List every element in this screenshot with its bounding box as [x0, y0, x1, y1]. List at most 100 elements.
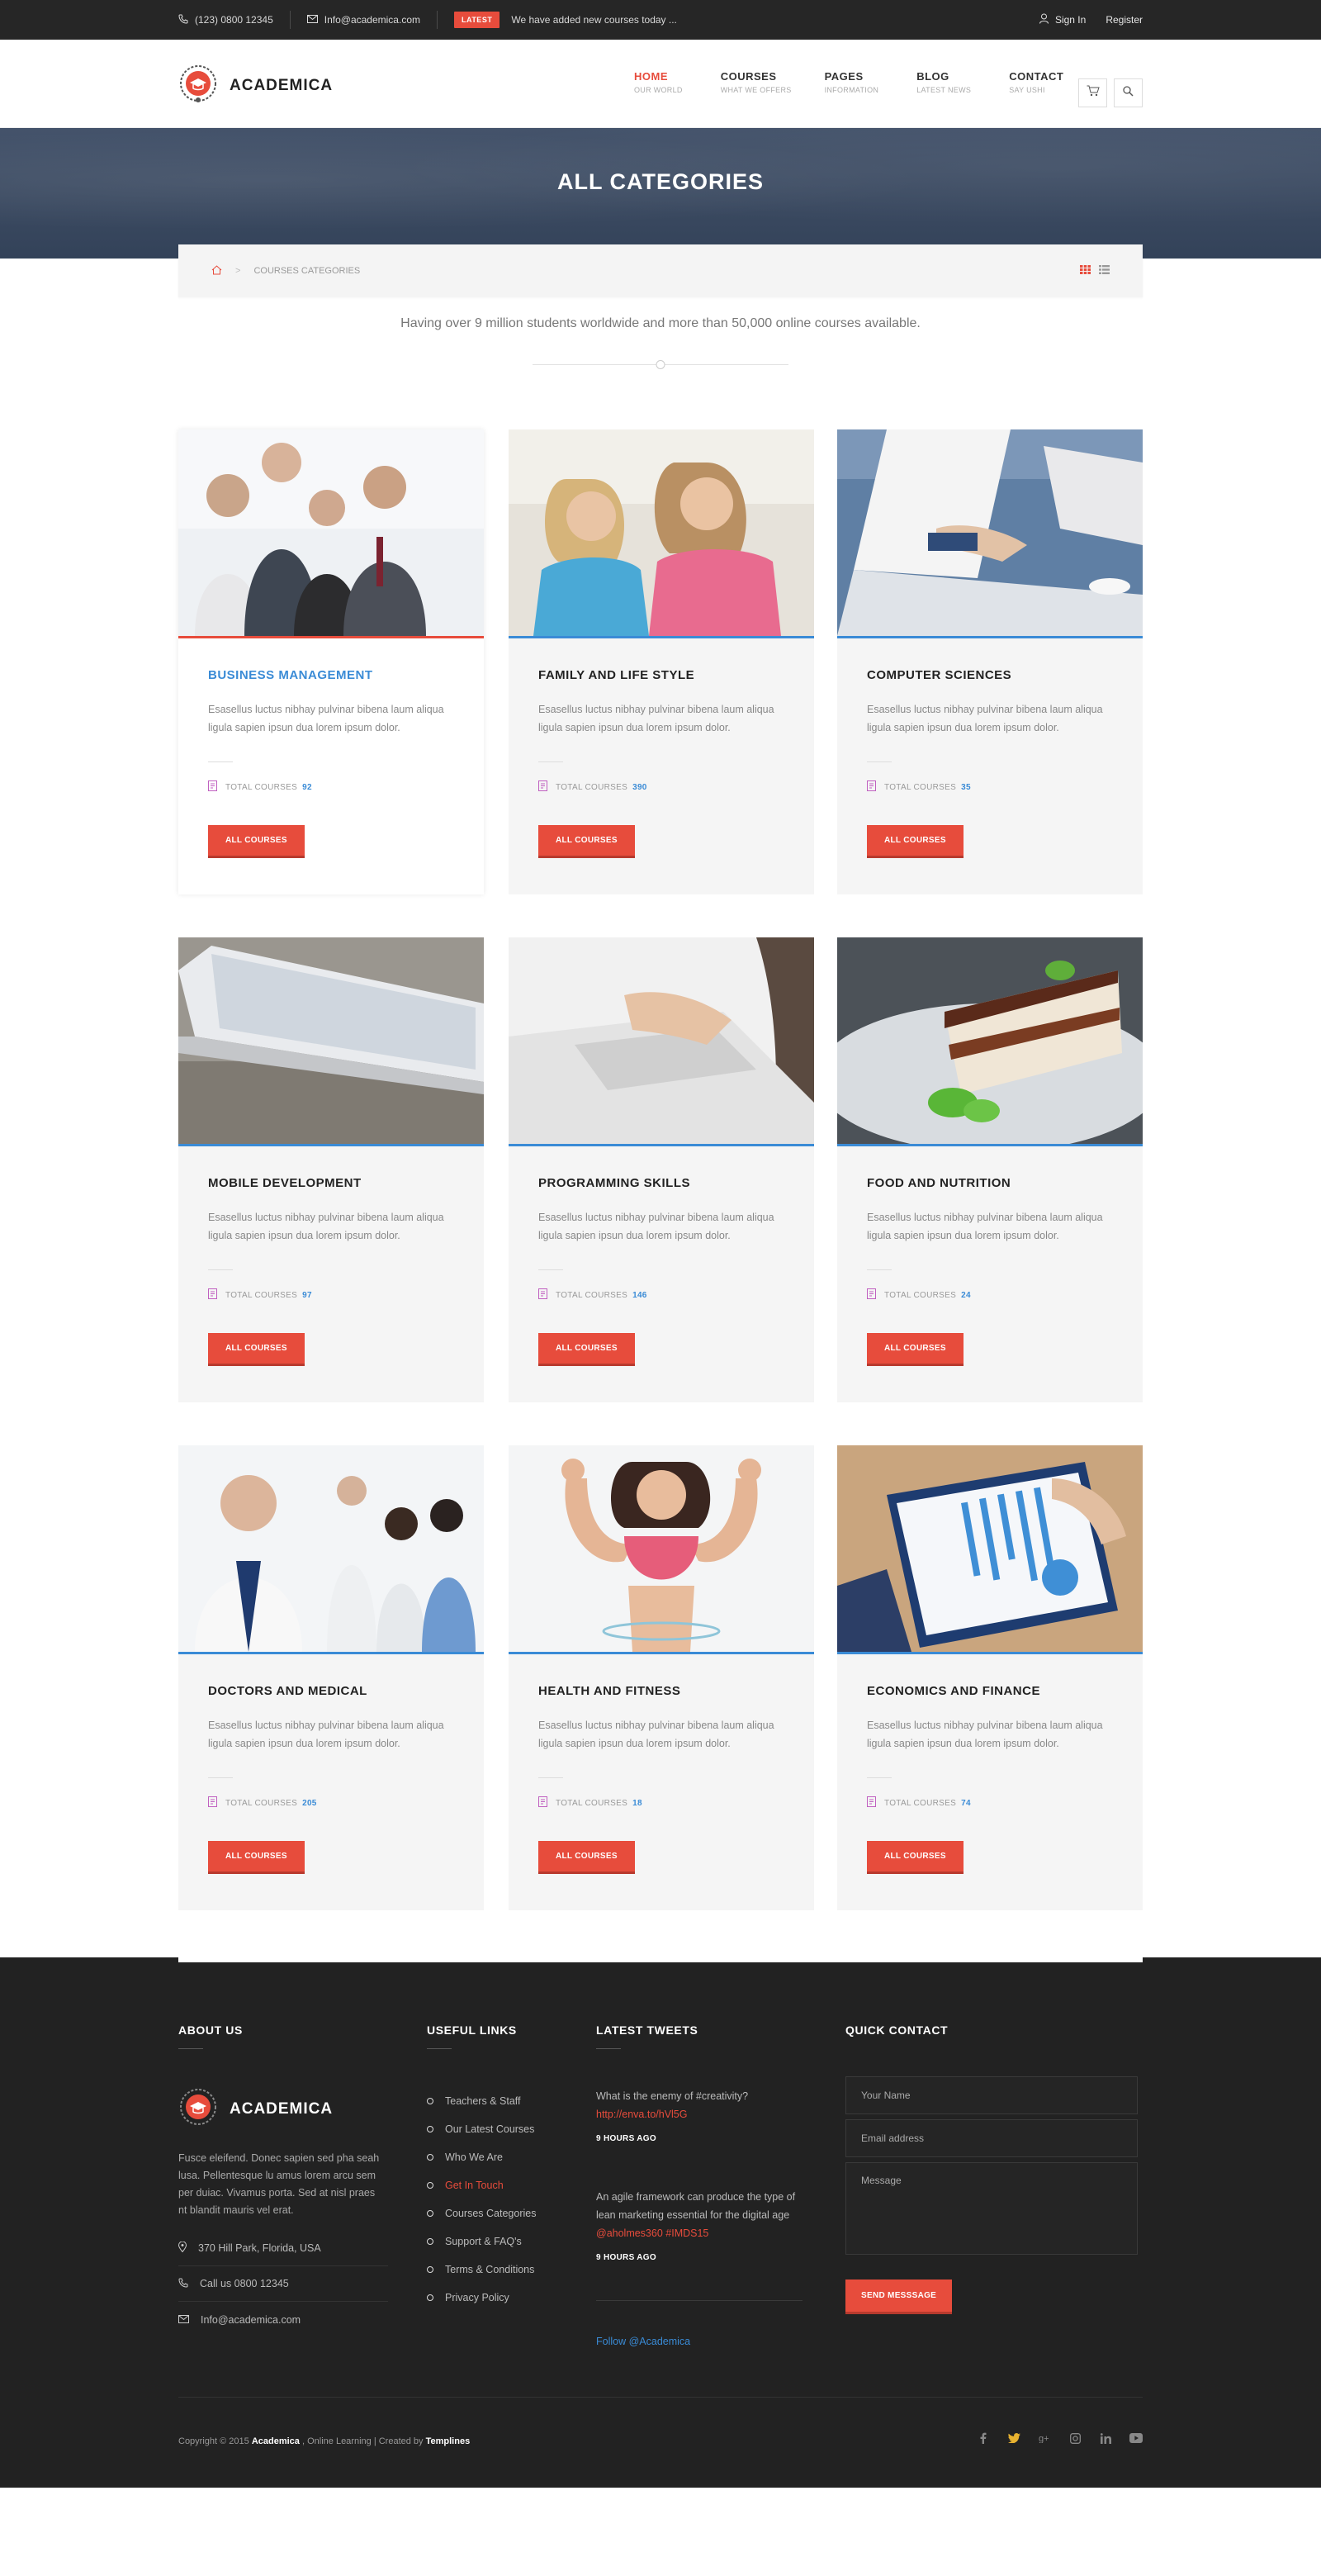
- phone-text: Call us 0800 12345: [200, 2278, 289, 2289]
- footer-link[interactable]: Get In Touch: [427, 2171, 536, 2199]
- category-card[interactable]: COMPUTER SCIENCES Esasellus luctus nibha…: [837, 429, 1143, 894]
- all-courses-button[interactable]: ALL COURSES: [208, 825, 305, 858]
- count-label: TOTAL COURSES: [556, 1290, 628, 1300]
- category-title[interactable]: COMPUTER SCIENCES: [867, 668, 1113, 682]
- all-courses-button[interactable]: ALL COURSES: [867, 1841, 964, 1874]
- send-message-button[interactable]: SEND MESSSAGE: [845, 2279, 953, 2314]
- list-view-icon[interactable]: [1099, 265, 1110, 277]
- footer-heading: ABOUT US: [178, 2023, 243, 2037]
- nav-blog[interactable]: BLOG LATEST NEWS: [916, 70, 971, 94]
- tweet-link[interactable]: @aholmes360 #IMDS15: [596, 2227, 708, 2239]
- footer-link[interactable]: Privacy Policy: [427, 2284, 536, 2312]
- name-field[interactable]: [845, 2076, 1138, 2114]
- category-card[interactable]: FOOD AND NUTRITION Esasellus luctus nibh…: [837, 937, 1143, 1402]
- category-title[interactable]: PROGRAMMING SKILLS: [538, 1176, 784, 1190]
- facebook-icon[interactable]: [977, 2431, 990, 2445]
- category-card[interactable]: PROGRAMMING SKILLS Esasellus luctus nibh…: [509, 937, 814, 1402]
- all-courses-button[interactable]: ALL COURSES: [208, 1333, 305, 1366]
- category-card[interactable]: BUSINESS MANAGEMENT Esasellus luctus nib…: [178, 429, 484, 894]
- footer-link[interactable]: Who We Are: [427, 2143, 536, 2171]
- course-count: TOTAL COURSES 35: [867, 780, 1113, 794]
- finance-chart-photo[interactable]: [837, 1445, 1143, 1654]
- all-courses-button[interactable]: ALL COURSES: [538, 825, 635, 858]
- all-courses-button[interactable]: ALL COURSES: [538, 1333, 635, 1366]
- nav-courses[interactable]: COURSES WHAT WE OFFERS: [721, 70, 792, 94]
- category-card[interactable]: FAMILY AND LIFE STYLE Esasellus luctus n…: [509, 429, 814, 894]
- document-icon: [208, 1796, 217, 1810]
- nav-sublabel: WHAT WE OFFERS: [720, 86, 792, 94]
- tweet-link[interactable]: http://enva.to/hVl5G: [596, 2105, 803, 2123]
- cart-button[interactable]: [1078, 78, 1107, 107]
- doctors-photo[interactable]: [178, 1445, 484, 1654]
- copyright-brand[interactable]: Academica: [252, 2436, 300, 2446]
- google-plus-icon[interactable]: g+: [1038, 2431, 1051, 2445]
- footer-link[interactable]: Our Latest Courses: [427, 2115, 536, 2143]
- nav-pages[interactable]: PAGES INFORMATION: [825, 70, 879, 94]
- latest-news-text[interactable]: We have added new courses today ...: [511, 14, 677, 26]
- tweet: An agile framework can produce the type …: [596, 2188, 803, 2267]
- follow-link[interactable]: Follow @Academica: [596, 2336, 803, 2347]
- footer-link[interactable]: Support & FAQ's: [427, 2227, 536, 2256]
- smartphone-photo[interactable]: [178, 937, 484, 1146]
- linkedin-icon[interactable]: [1099, 2431, 1112, 2445]
- grid-view-icon[interactable]: [1080, 265, 1091, 277]
- category-title[interactable]: DOCTORS AND MEDICAL: [208, 1684, 454, 1698]
- nav-sublabel: INFORMATION: [824, 86, 879, 94]
- logo[interactable]: ACADEMICA: [178, 64, 333, 107]
- keyboard-photo[interactable]: [509, 937, 814, 1146]
- category-card[interactable]: MOBILE DEVELOPMENT Esasellus luctus nibh…: [178, 937, 484, 1402]
- fitness-photo[interactable]: [509, 1445, 814, 1654]
- page-title: ALL CATEGORIES: [556, 169, 764, 194]
- register-link[interactable]: Register: [1106, 14, 1143, 26]
- phone-info: (123) 0800 12345: [178, 14, 273, 26]
- message-field[interactable]: [845, 2162, 1138, 2255]
- footer-logo[interactable]: ACADEMICA: [178, 2087, 388, 2132]
- course-count: TOTAL COURSES 97: [208, 1288, 454, 1302]
- category-title[interactable]: MOBILE DEVELOPMENT: [208, 1176, 454, 1190]
- nav-sublabel: OUR WORLD: [634, 86, 683, 94]
- svg-text:g+: g+: [1039, 2434, 1049, 2443]
- category-title[interactable]: FAMILY AND LIFE STYLE: [538, 668, 784, 682]
- document-icon: [867, 1288, 876, 1302]
- youtube-icon[interactable]: [1129, 2431, 1143, 2445]
- home-icon[interactable]: [211, 264, 222, 278]
- email-row[interactable]: Info@academica.com: [178, 2302, 388, 2337]
- cake-photo[interactable]: [837, 937, 1143, 1146]
- category-card[interactable]: HEALTH AND FITNESS Esasellus luctus nibh…: [509, 1445, 814, 1910]
- email-info[interactable]: Info@academica.com: [306, 14, 420, 26]
- footer-link[interactable]: Courses Categories: [427, 2199, 536, 2227]
- twitter-icon[interactable]: [1007, 2431, 1020, 2445]
- category-card[interactable]: DOCTORS AND MEDICAL Esasellus luctus nib…: [178, 1445, 484, 1910]
- all-courses-button[interactable]: ALL COURSES: [538, 1841, 635, 1874]
- laptop-photo[interactable]: [837, 429, 1143, 638]
- footer-heading: QUICK CONTACT: [845, 2023, 949, 2037]
- category-title[interactable]: FOOD AND NUTRITION: [867, 1176, 1113, 1190]
- sign-in-link[interactable]: Sign In: [1039, 13, 1086, 26]
- footer-link[interactable]: Teachers & Staff: [427, 2087, 536, 2115]
- count-value: 97: [302, 1290, 312, 1300]
- category-title[interactable]: BUSINESS MANAGEMENT: [208, 668, 454, 682]
- category-title[interactable]: ECONOMICS AND FINANCE: [867, 1684, 1113, 1698]
- user-icon: [1039, 13, 1049, 26]
- email-field[interactable]: [845, 2119, 1138, 2157]
- top-bar: (123) 0800 12345 Info@academica.com LATE…: [0, 0, 1321, 40]
- search-button[interactable]: [1114, 78, 1143, 107]
- nav-home[interactable]: HOME OUR WORLD: [634, 70, 683, 94]
- footer-link[interactable]: Terms & Conditions: [427, 2256, 536, 2284]
- tweet-text: An agile framework can produce the type …: [596, 2191, 796, 2221]
- category-title[interactable]: HEALTH AND FITNESS: [538, 1684, 784, 1698]
- all-courses-button[interactable]: ALL COURSES: [867, 1333, 964, 1366]
- divider: [538, 1269, 563, 1270]
- all-courses-button[interactable]: ALL COURSES: [208, 1841, 305, 1874]
- all-courses-button[interactable]: ALL COURSES: [867, 825, 964, 858]
- family-photo[interactable]: [509, 429, 814, 638]
- category-description: Esasellus luctus nibhay pulvinar bibena …: [538, 1720, 774, 1749]
- instagram-icon[interactable]: [1068, 2431, 1082, 2445]
- count-value: 146: [632, 1290, 647, 1300]
- category-card[interactable]: ECONOMICS AND FINANCE Esasellus luctus n…: [837, 1445, 1143, 1910]
- business-team-photo[interactable]: [178, 429, 484, 638]
- nav-contact[interactable]: CONTACT SAY USHI: [1009, 70, 1063, 94]
- category-description: Esasellus luctus nibhay pulvinar bibena …: [867, 1212, 1103, 1241]
- nav-sublabel: SAY USHI: [1009, 86, 1045, 94]
- copyright-author[interactable]: Templines: [426, 2436, 471, 2446]
